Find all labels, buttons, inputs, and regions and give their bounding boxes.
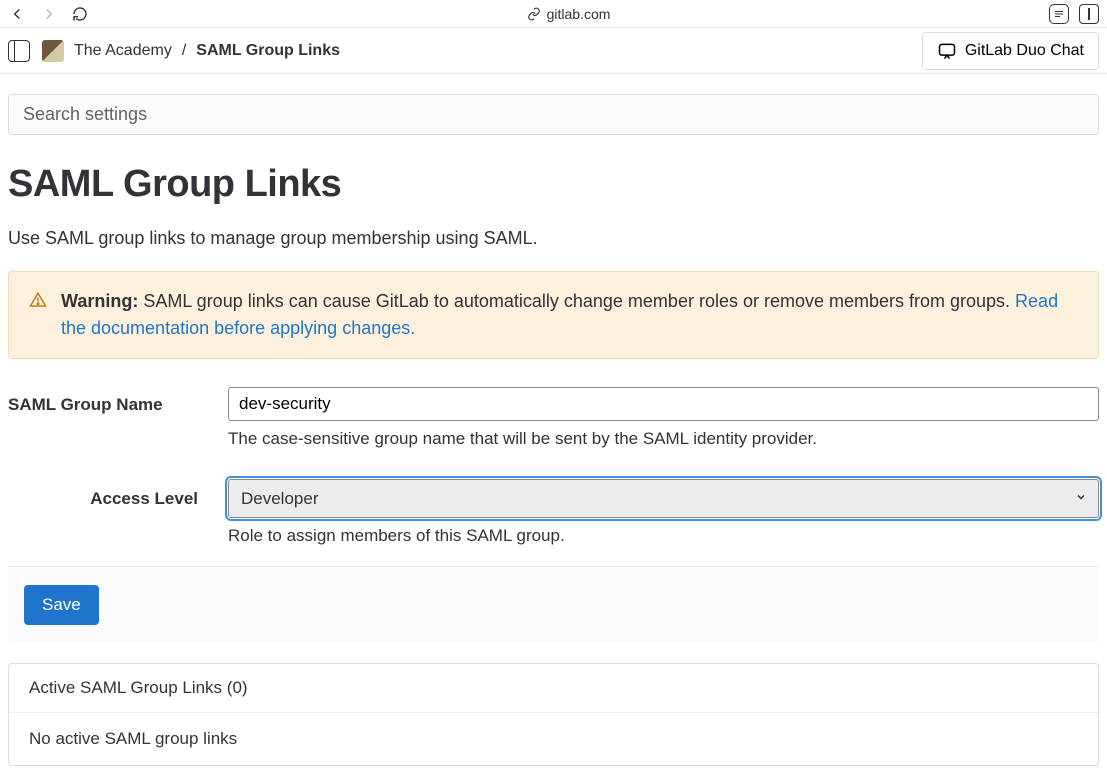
warning-text: SAML group links can cause GitLab to aut… <box>138 291 1015 311</box>
gitlab-duo-chat-button[interactable]: GitLab Duo Chat <box>922 32 1099 70</box>
address-text: gitlab.com <box>547 6 611 22</box>
address-bar[interactable]: gitlab.com <box>100 6 1037 22</box>
link-icon <box>527 7 541 21</box>
duo-chat-label: GitLab Duo Chat <box>965 42 1084 60</box>
saml-group-name-label: SAML Group Name <box>8 387 198 415</box>
breadcrumb: The Academy / SAML Group Links <box>42 40 340 62</box>
duo-chat-icon <box>937 41 957 61</box>
saml-group-link-form: SAML Group Name The case-sensitive group… <box>8 377 1099 643</box>
warning-prefix: Warning: <box>61 291 138 311</box>
app-bar: The Academy / SAML Group Links GitLab Du… <box>0 28 1107 74</box>
active-links-empty: No active SAML group links <box>9 713 1098 765</box>
breadcrumb-current: SAML Group Links <box>196 42 340 60</box>
forward-icon[interactable] <box>40 5 58 23</box>
active-links-header: Active SAML Group Links (0) <box>9 664 1098 713</box>
reader-icon[interactable] <box>1049 4 1069 24</box>
access-level-select[interactable]: Developer <box>228 479 1099 518</box>
page-title: SAML Group Links <box>8 163 1099 206</box>
warning-alert: Warning: SAML group links can cause GitL… <box>8 271 1099 359</box>
sidebar-toggle-icon[interactable] <box>8 40 30 62</box>
reload-icon[interactable] <box>72 6 88 22</box>
active-saml-group-links-card: Active SAML Group Links (0) No active SA… <box>8 663 1099 766</box>
access-level-help: Role to assign members of this SAML grou… <box>228 526 1099 546</box>
breadcrumb-group[interactable]: The Academy <box>74 42 172 60</box>
browser-chrome: gitlab.com <box>0 0 1107 28</box>
page-description: Use SAML group links to manage group mem… <box>8 228 1099 249</box>
group-avatar <box>42 40 64 62</box>
saml-group-name-help: The case-sensitive group name that will … <box>228 429 1099 449</box>
search-settings-input[interactable] <box>8 94 1099 135</box>
save-button[interactable]: Save <box>24 585 99 625</box>
breadcrumb-separator: / <box>182 42 186 60</box>
panels-icon[interactable] <box>1079 4 1099 24</box>
warning-icon <box>29 290 47 342</box>
back-icon[interactable] <box>8 5 26 23</box>
saml-group-name-input[interactable] <box>228 387 1099 421</box>
access-level-label: Access Level <box>8 479 198 509</box>
